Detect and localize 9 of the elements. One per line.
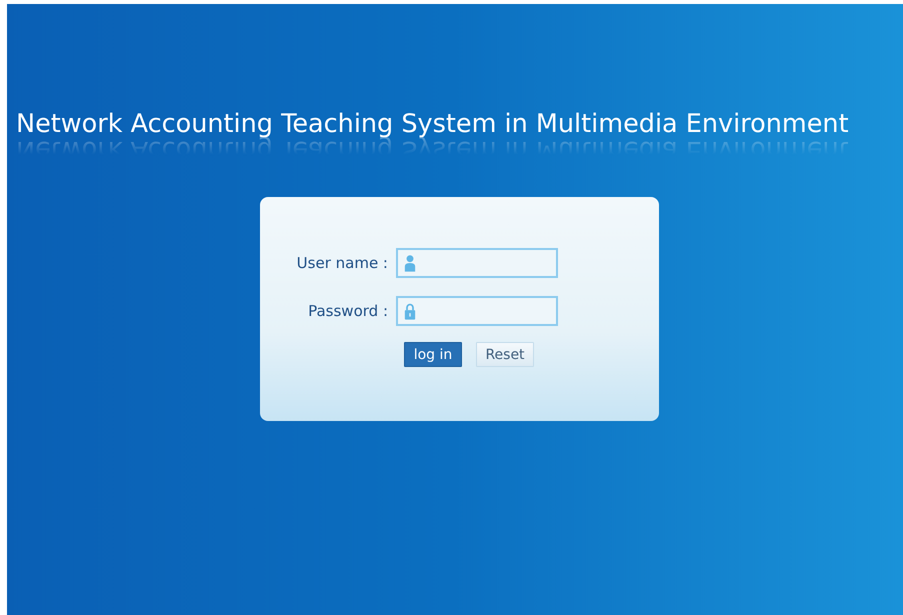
user-icon	[404, 254, 416, 272]
lock-icon	[404, 302, 416, 320]
reset-button[interactable]: Reset	[476, 342, 534, 367]
page-title: Network Accounting Teaching System in Multimedia Environment	[16, 109, 849, 139]
field-label: Password :	[307, 302, 389, 320]
input-field[interactable]	[396, 296, 558, 326]
field-label: User name :	[296, 254, 389, 272]
input-field[interactable]	[396, 248, 558, 278]
login-button[interactable]: log in	[404, 342, 462, 367]
